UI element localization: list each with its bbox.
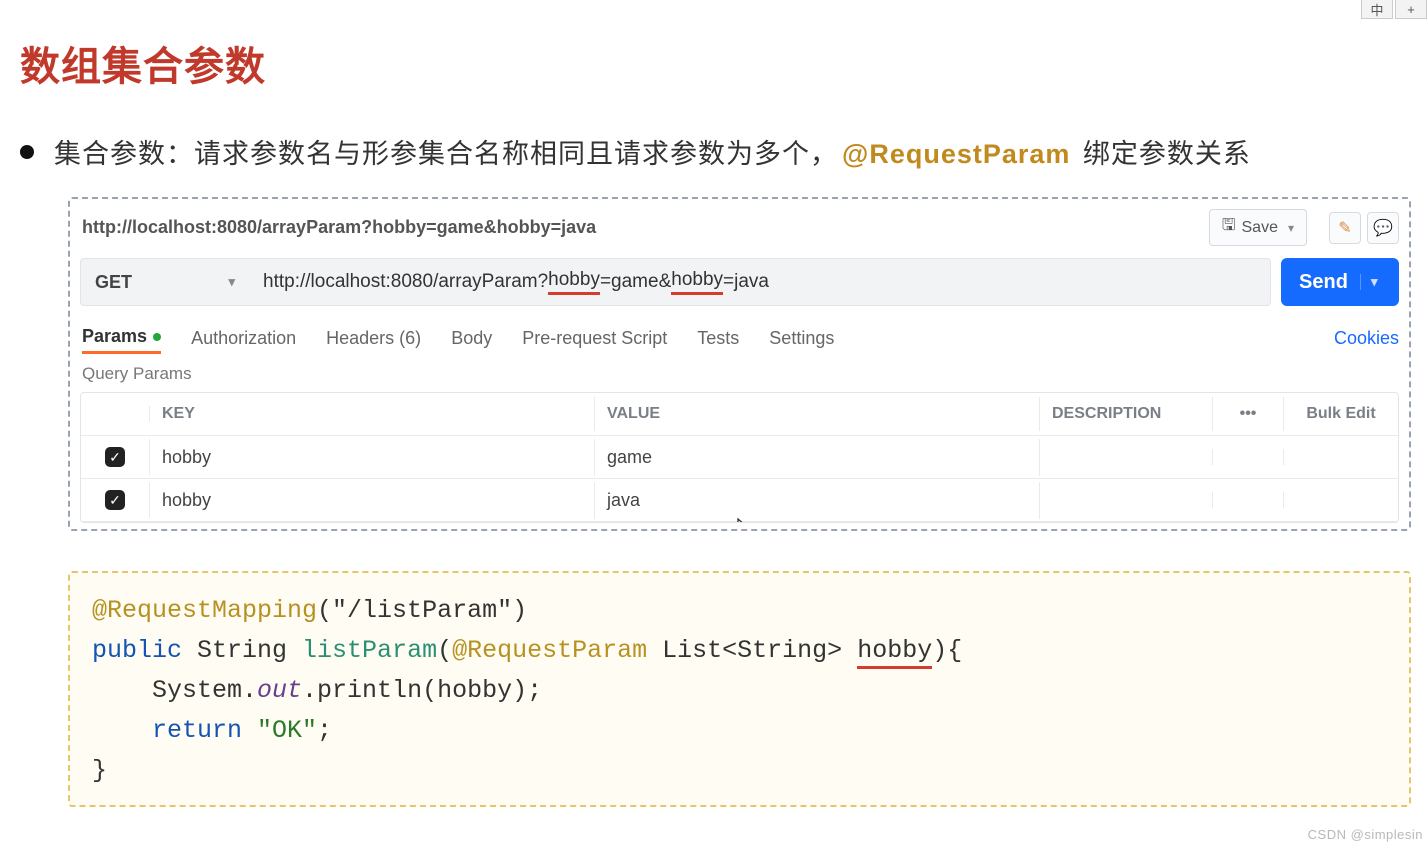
url-prefix: http://localhost:8080/arrayParam?	[263, 271, 548, 293]
bullet-item: 集合参数：请求参数名与形参集合名称相同且请求参数为多个，@RequestPara…	[20, 132, 1419, 171]
api-top-bar: http://localhost:8080/arrayParam?hobby=g…	[80, 205, 1399, 256]
param-type: List<String>	[647, 636, 857, 665]
chevron-down-icon: ▾	[1288, 221, 1294, 235]
annotation-args: ("/listParam")	[317, 596, 527, 625]
cookies-link[interactable]: Cookies	[1334, 328, 1399, 349]
toolbar-btn-plus[interactable]: +	[1395, 0, 1427, 19]
url-param-2: hobby	[671, 269, 723, 295]
param-value-input[interactable]: java	[595, 482, 1040, 519]
http-method-select[interactable]: GET ▾	[80, 258, 249, 306]
checkbox[interactable]: ✓	[105, 447, 125, 467]
url-mid-1: =game&	[600, 271, 671, 293]
save-icon: 🖫	[1222, 214, 1236, 241]
floating-toolbar: 中 +	[1361, 0, 1427, 19]
code-line: System.out.println(hobby);	[92, 671, 1387, 711]
bullet-prefix: 集合参数：请求参数名与形参集合名称相同且请求参数为多个，	[54, 139, 838, 169]
bullet-suffix: 绑定参数关系	[1074, 139, 1251, 169]
tab-params[interactable]: Params	[82, 322, 161, 354]
keyword: return	[92, 716, 257, 745]
send-button[interactable]: Send ▾	[1281, 258, 1399, 306]
param-key-input[interactable]: hobby	[150, 482, 595, 519]
tab-authorization[interactable]: Authorization	[191, 324, 296, 353]
tab-params-label: Params	[82, 326, 147, 346]
col-description: DESCRIPTION	[1040, 397, 1213, 431]
http-method-value: GET	[95, 272, 132, 293]
comment-icon[interactable]: 💬	[1367, 212, 1399, 244]
bulk-edit-link[interactable]: Bulk Edit	[1284, 397, 1398, 431]
watermark: CSDN @simplesin	[1308, 827, 1423, 842]
slide-title: 数组集合参数	[20, 34, 1419, 92]
paren-open: (	[437, 636, 452, 665]
chevron-down-icon[interactable]: ▾	[1360, 274, 1381, 290]
url-param-1: hobby	[548, 269, 600, 295]
param-desc-input[interactable]	[1040, 492, 1213, 508]
param-value-input[interactable]: game	[595, 439, 1040, 476]
tab-tests[interactable]: Tests	[697, 324, 739, 353]
col-value: VALUE	[595, 397, 1040, 431]
request-row: GET ▾ http://localhost:8080/arrayParam?h…	[80, 258, 1399, 306]
type: String	[182, 636, 302, 665]
col-checkbox	[81, 406, 150, 422]
table-row: ✓ hobby java	[81, 479, 1398, 522]
code-line: return "OK";	[92, 711, 1387, 751]
code-line: public String listParam(@RequestParam Li…	[92, 631, 1387, 671]
save-button[interactable]: 🖫 Save ▾	[1209, 209, 1307, 246]
semicolon: ;	[317, 716, 332, 745]
chevron-down-icon: ▾	[228, 274, 235, 290]
request-url-input[interactable]: http://localhost:8080/arrayParam?hobby=g…	[249, 258, 1271, 306]
query-params-table: KEY VALUE DESCRIPTION ••• Bulk Edit ✓ ho…	[80, 392, 1399, 523]
tab-body[interactable]: Body	[451, 324, 492, 353]
code-line: }	[92, 751, 1387, 791]
bullet-dot-icon	[20, 145, 34, 159]
param-name: hobby	[857, 636, 932, 669]
edit-icon[interactable]: ✎	[1329, 212, 1361, 244]
method-name: listParam	[302, 636, 437, 665]
tab-headers[interactable]: Headers (6)	[326, 324, 421, 353]
param-key-input[interactable]: hobby	[150, 439, 595, 476]
code-line: @RequestMapping("/listParam")	[92, 591, 1387, 631]
code-text: System.	[92, 676, 257, 705]
string-literal: "OK"	[257, 716, 317, 745]
request-title-url: http://localhost:8080/arrayParam?hobby=g…	[80, 217, 1209, 238]
col-key: KEY	[150, 397, 595, 431]
tab-settings[interactable]: Settings	[769, 324, 834, 353]
paren-close: ){	[932, 636, 962, 665]
code-text: .println(hobby);	[302, 676, 542, 705]
keyword: public	[92, 636, 182, 665]
param-desc-input[interactable]	[1040, 449, 1213, 465]
send-label: Send	[1299, 271, 1348, 294]
toolbar-btn-ime[interactable]: 中	[1361, 0, 1393, 19]
tab-prerequest[interactable]: Pre-request Script	[522, 324, 667, 353]
checkbox[interactable]: ✓	[105, 490, 125, 510]
query-params-label: Query Params	[82, 364, 1399, 384]
annotation: @RequestMapping	[92, 596, 317, 625]
api-panel: http://localhost:8080/arrayParam?hobby=g…	[68, 197, 1411, 531]
save-label: Save	[1242, 219, 1278, 237]
param-annotation: @RequestParam	[452, 636, 647, 665]
code-block: @RequestMapping("/listParam") public Str…	[68, 571, 1411, 807]
url-mid-2: =java	[723, 271, 769, 293]
request-tabs: Params Authorization Headers (6) Body Pr…	[80, 322, 1399, 354]
bullet-text: 集合参数：请求参数名与形参集合名称相同且请求参数为多个，@RequestPara…	[54, 132, 1251, 171]
more-icon[interactable]: •••	[1213, 397, 1284, 431]
annotation-highlight: @RequestParam	[838, 139, 1074, 169]
tool-icons: ✎ 💬	[1329, 212, 1399, 244]
table-header: KEY VALUE DESCRIPTION ••• Bulk Edit	[81, 393, 1398, 436]
out-field: out	[257, 676, 302, 705]
table-row: ✓ hobby game	[81, 436, 1398, 479]
status-dot-icon	[153, 333, 161, 341]
